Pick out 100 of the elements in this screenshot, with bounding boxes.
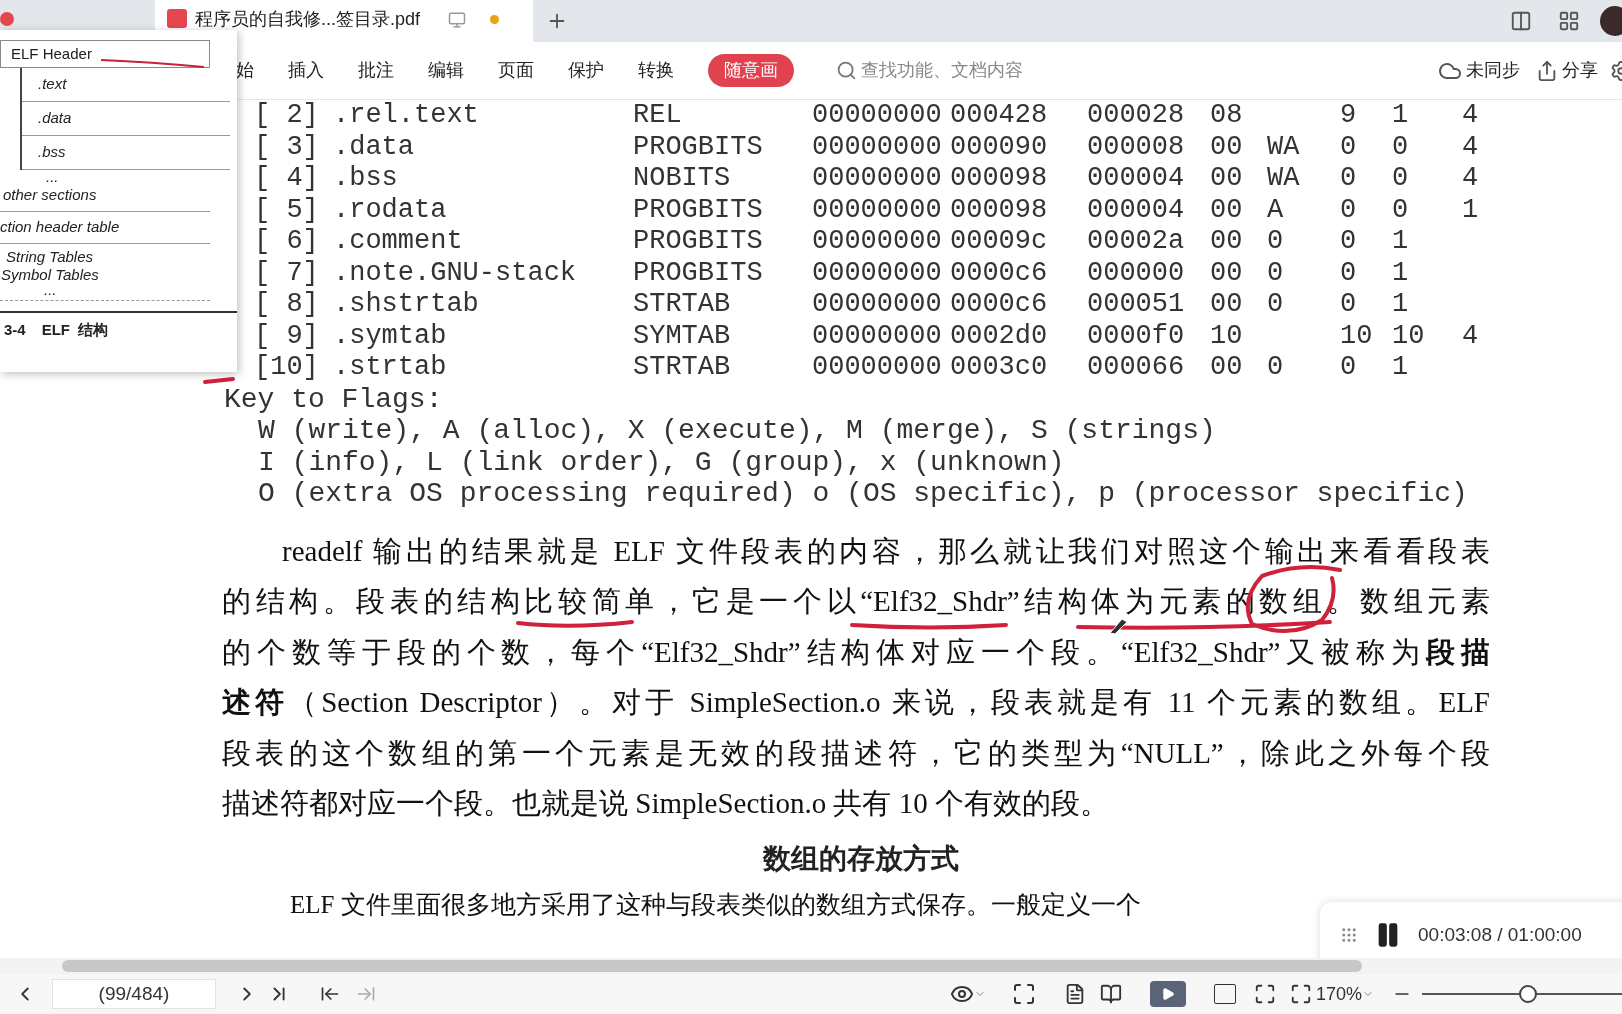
fit-icon[interactable]: [1011, 982, 1036, 1006]
table-cell: 00000000: [812, 100, 942, 130]
table-cell: STRTAB: [633, 352, 731, 382]
flags-line: O (extra OS processing required) o (OS specific), p (processor specific): [257, 478, 1468, 510]
table-cell: 00000000: [812, 257, 942, 288]
table-cell: WA: [1267, 131, 1300, 162]
menu-tab[interactable]: 转换: [638, 57, 674, 84]
paragraph-line: 的个数等于段的个数，每个“Elf32_Shdr”结构体对应一个段。“Elf32_Shdr”又被称为段描: [222, 634, 1490, 669]
avatar[interactable]: [1600, 6, 1622, 36]
table-cell: 00: [1210, 352, 1243, 382]
play-icon: [1160, 987, 1175, 1001]
table-cell: 00: [1210, 163, 1243, 193]
menu-tab[interactable]: 始: [236, 57, 254, 84]
menu-tab[interactable]: 编辑: [428, 57, 464, 84]
sync-button[interactable]: 未同步: [1466, 57, 1520, 84]
search-field[interactable]: 查找功能、文档内容: [836, 57, 1136, 84]
table-cell: 4: [1462, 131, 1479, 162]
table-cell: 000008: [1087, 131, 1185, 162]
table-cell: 0: [1340, 131, 1357, 162]
table-cell: 0: [1340, 352, 1357, 382]
zoom-slider[interactable]: [1422, 984, 1622, 1004]
paragraph-line: ELF 文件里面很多地方采用了这种与段表类似的数组方式保存。一般定义一个: [290, 890, 1141, 920]
table-cell: 000428: [950, 100, 1048, 130]
actual-size-icon[interactable]: [1213, 984, 1236, 1004]
table-cell: 0000c6: [950, 257, 1048, 288]
pen-cursor-icon: [1109, 618, 1128, 635]
table-cell: 00: [1210, 131, 1243, 162]
document-tab[interactable]: 程序员的自我修...签目录.pdf: [155, 0, 533, 42]
table-cell: 00000000: [812, 289, 942, 319]
menu-tab[interactable]: 页面: [498, 57, 534, 84]
figure-label: .bss: [38, 142, 66, 163]
tab-label: 程序员的自我修...签目录.pdf: [195, 9, 421, 29]
table-cell: PROGBITS: [633, 257, 763, 288]
paragraph-line: 段表的这个数组的第一个元素是无效的段描述符，它的类型为“NULL”，除此之外每个段: [222, 735, 1490, 770]
table-cell: 0: [1340, 194, 1357, 225]
table-cell: 00: [1210, 194, 1243, 225]
fit-page-icon[interactable]: [1253, 983, 1276, 1005]
table-cell: PROGBITS: [633, 194, 763, 225]
search-icon: [836, 60, 857, 81]
paragraph-line: 述符（Section Descriptor）。对于 SimpleSection.o 来说，段表就是有 11 个元素的数组。ELF: [222, 685, 1490, 719]
table-cell: 0: [1392, 131, 1409, 162]
figure-label: ction header table: [0, 216, 120, 237]
play-button[interactable]: [1149, 981, 1186, 1007]
table-cell: 1: [1392, 257, 1409, 288]
back-icon[interactable]: [320, 984, 340, 1004]
table-cell: [ 8]: [254, 289, 319, 319]
drag-handle-icon[interactable]: [1340, 926, 1358, 944]
page-field[interactable]: (99/484): [52, 979, 216, 1009]
table-cell: 10: [1340, 320, 1373, 351]
table-cell: 000004: [1087, 194, 1185, 225]
menu-tab[interactable]: 插入: [288, 57, 324, 84]
table-cell: [ 2]: [254, 100, 319, 130]
table-cell: 0000f0: [1087, 320, 1185, 351]
table-cell: [10]: [254, 352, 319, 382]
table-cell: 000000: [1087, 257, 1185, 288]
menu-tab[interactable]: 批注: [358, 57, 394, 84]
menu-tab[interactable]: 保护: [568, 57, 604, 84]
table-cell: WA: [1267, 163, 1300, 193]
table-cell: 000098: [950, 194, 1048, 225]
figure-label: other sections: [3, 185, 97, 205]
figure-label: Symbol Tables: [1, 265, 99, 284]
table-cell: 00000000: [812, 131, 942, 162]
table-cell: 00: [1210, 289, 1243, 319]
share-button[interactable]: 分享: [1562, 57, 1598, 84]
slider-thumb[interactable]: [1519, 985, 1537, 1003]
table-cell: 0: [1267, 226, 1284, 256]
two-page-icon[interactable]: [1099, 983, 1122, 1005]
table-cell: .symtab: [333, 320, 447, 351]
table-cell: 1: [1392, 226, 1409, 256]
table-cell: 000066: [1087, 352, 1185, 382]
table-cell: 9: [1340, 100, 1357, 130]
table-cell: [ 9]: [254, 320, 319, 351]
menu-tab[interactable]: 随意画: [708, 54, 794, 87]
table-cell: .shstrtab: [333, 289, 479, 319]
table-cell: 0000c6: [950, 289, 1048, 319]
scrollbar-thumb[interactable]: [62, 960, 1362, 972]
table-cell: 00: [1210, 257, 1243, 288]
table-cell: 0: [1340, 163, 1357, 193]
table-cell: 0: [1267, 257, 1284, 288]
table-cell: 0: [1267, 289, 1284, 319]
doc-icon: [0, 12, 14, 26]
table-cell: 00000000: [812, 194, 942, 225]
table-cell: 08: [1210, 100, 1243, 130]
paragraph-line: 描述符都对应一个段。也就是说 SimpleSection.o 共有 10 个有效的段。: [222, 786, 1110, 820]
table-cell: [ 7]: [254, 257, 319, 288]
table-cell: 4: [1462, 163, 1479, 193]
table-cell: 0: [1267, 352, 1284, 382]
table-cell: 4: [1462, 100, 1479, 130]
table-cell: .data: [333, 131, 414, 162]
paragraph-line: readelf 输出的结果就是 ELF 文件段表的内容，那么就让我们对照这个输出来看看段表: [281, 533, 1490, 568]
table-cell: 000004: [1087, 163, 1185, 193]
table-cell: .comment: [333, 226, 463, 256]
table-cell: 00000000: [812, 320, 942, 351]
table-cell: 1: [1392, 289, 1409, 319]
table-cell: .note.GNU-stack: [333, 257, 577, 288]
table-cell: .bss: [333, 163, 398, 193]
zoom-value[interactable]: 170%: [1315, 980, 1362, 1008]
grid-icon[interactable]: [1558, 10, 1580, 32]
figure-caption: ELF 结构: [41, 319, 109, 340]
table-cell: 0: [1340, 289, 1357, 319]
